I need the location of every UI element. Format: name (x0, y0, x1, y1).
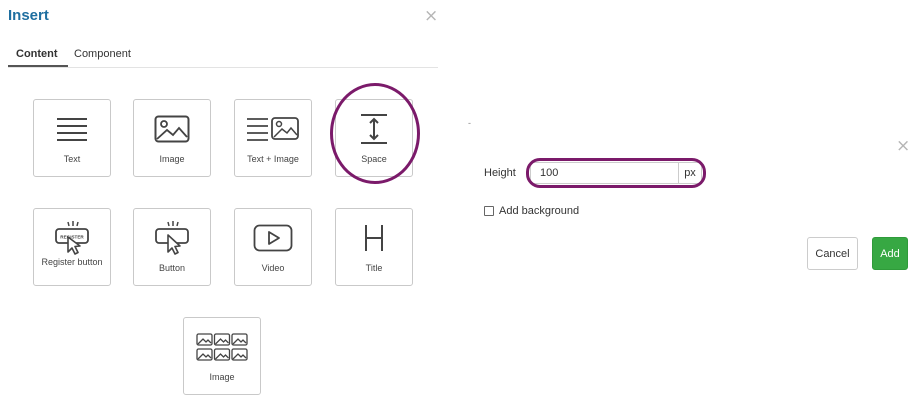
text-lines-icon (34, 112, 110, 146)
close-icon[interactable]: × (896, 136, 910, 156)
add-background-label[interactable]: Add background (499, 205, 579, 217)
add-background-checkbox[interactable] (484, 206, 494, 216)
tile-label: Title (365, 263, 383, 273)
tile-register-button[interactable]: REGISTER Register button (33, 208, 111, 286)
tile-text[interactable]: Text (33, 99, 111, 177)
close-icon[interactable]: × (424, 6, 438, 26)
dialog-title: Insert (8, 7, 49, 24)
register-icon-text: REGISTER (60, 235, 84, 240)
image-icon (134, 112, 210, 146)
stray-dot: - (468, 118, 471, 128)
height-input[interactable] (530, 162, 678, 184)
cancel-button[interactable]: Cancel (807, 237, 858, 270)
image-gallery-icon (184, 330, 260, 364)
heading-h-icon (336, 221, 412, 255)
play-icon (235, 221, 311, 255)
tile-label: Register button (41, 257, 103, 267)
tab-component[interactable]: Component (74, 48, 131, 60)
tile-title[interactable]: Title (335, 208, 413, 286)
space-settings-panel: - × Height px Add background Cancel Add (460, 0, 916, 406)
tile-text-image[interactable]: Text + Image (234, 99, 312, 177)
tile-label: Text + Image (247, 154, 299, 164)
unit-addon: px (678, 162, 702, 184)
tile-image[interactable]: Image (133, 99, 211, 177)
tile-label: Text (63, 154, 81, 164)
tile-label: Image (159, 154, 185, 164)
tile-space[interactable]: Space (335, 99, 413, 177)
insert-dialog: Insert × Content Component Text Image Te… (0, 0, 450, 406)
text-image-icon (235, 112, 311, 146)
button-click-icon (134, 221, 210, 255)
vertical-space-icon (336, 112, 412, 146)
tile-label: Button (158, 263, 186, 273)
tile-image-gallery[interactable]: Image (183, 317, 261, 395)
add-button[interactable]: Add (872, 237, 908, 270)
register-button-icon: REGISTER (34, 221, 110, 255)
height-label: Height (484, 167, 516, 179)
tile-button[interactable]: Button (133, 208, 211, 286)
tile-label: Image (209, 372, 235, 382)
tab-bar: Content Component (8, 46, 438, 68)
tile-video[interactable]: Video (234, 208, 312, 286)
tile-label: Space (361, 154, 387, 164)
tab-content[interactable]: Content (8, 48, 67, 67)
tile-label: Video (261, 263, 285, 273)
